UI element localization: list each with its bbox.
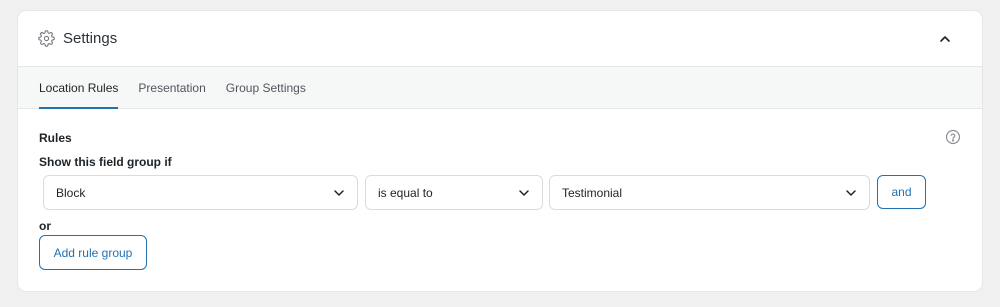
- tab-group-settings[interactable]: Group Settings: [226, 67, 306, 108]
- help-circle-icon[interactable]: [945, 129, 961, 145]
- rule-param-value: Block: [56, 185, 86, 200]
- add-rule-group-button[interactable]: Add rule group: [39, 235, 147, 270]
- panel-header[interactable]: Settings: [18, 11, 982, 67]
- tab-bar: Location Rules Presentation Group Settin…: [18, 67, 982, 109]
- rules-heading: Rules: [39, 131, 72, 145]
- tab-location-rules[interactable]: Location Rules: [39, 67, 119, 109]
- rule-value-text: Testimonial: [562, 185, 623, 200]
- rule-param-select[interactable]: Block: [43, 175, 358, 210]
- chevron-down-icon: [518, 187, 530, 199]
- show-field-group-label: Show this field group if: [39, 155, 172, 169]
- settings-panel: Settings Location Rules Presentation Gro…: [18, 11, 982, 291]
- add-and-rule-button[interactable]: and: [877, 175, 926, 209]
- chevron-down-icon: [333, 187, 345, 199]
- chevron-down-icon: [845, 187, 857, 199]
- tab-presentation[interactable]: Presentation: [138, 67, 205, 108]
- chevron-up-icon[interactable]: [936, 30, 954, 48]
- rule-operator-value: is equal to: [378, 185, 433, 200]
- rule-operator-select[interactable]: is equal to: [365, 175, 543, 210]
- gear-icon: [38, 30, 55, 47]
- panel-title: Settings: [63, 30, 118, 47]
- rule-value-select[interactable]: Testimonial: [549, 175, 870, 210]
- or-label: or: [39, 219, 51, 233]
